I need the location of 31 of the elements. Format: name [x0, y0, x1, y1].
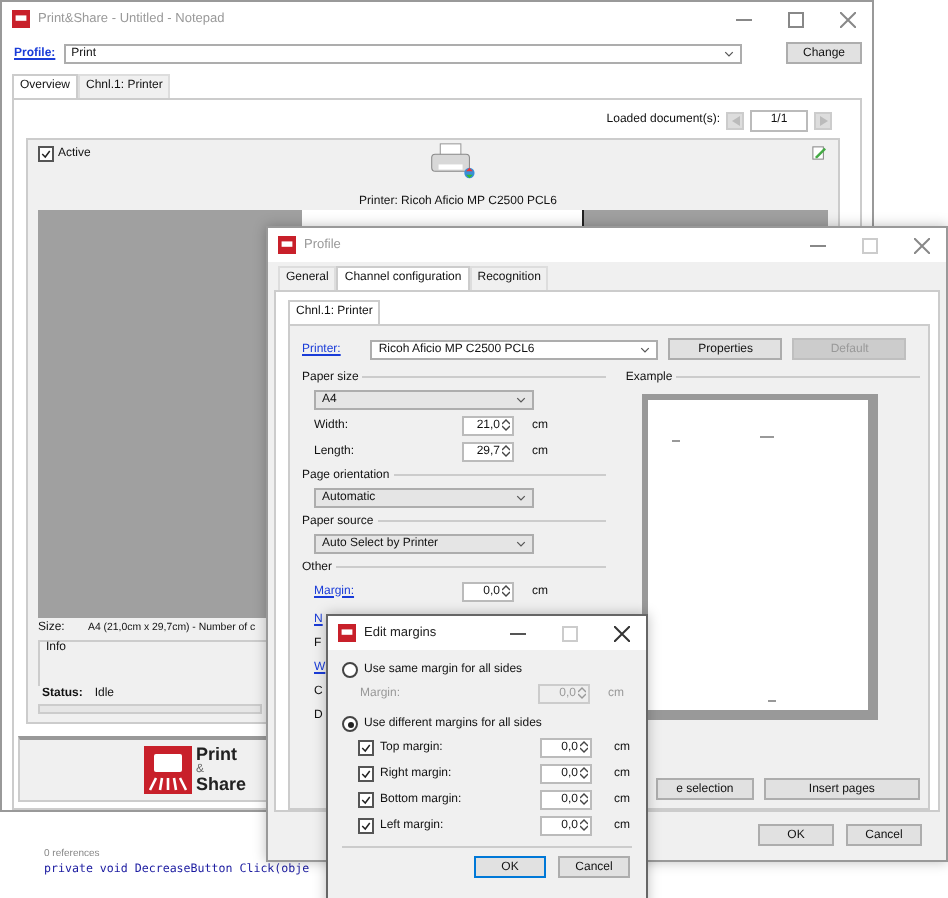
checkbox[interactable]	[358, 791, 374, 807]
checkbox[interactable]	[358, 765, 374, 781]
checkbox[interactable]	[38, 146, 54, 162]
radio-button[interactable]	[342, 662, 358, 678]
radio-button[interactable]	[342, 716, 358, 732]
chevron-down-icon	[516, 396, 526, 404]
logo-text: Print	[196, 746, 240, 764]
spin-arrows-icon	[580, 740, 588, 754]
logo-text: Share	[196, 776, 247, 794]
spin-arrows-icon	[502, 584, 510, 598]
app-icon	[278, 236, 296, 254]
next-button[interactable]	[814, 111, 832, 129]
edit-icon[interactable]	[812, 146, 826, 160]
spin-arrows-icon	[578, 686, 586, 700]
chevron-down-icon	[723, 49, 734, 57]
printer-logo-icon	[144, 746, 192, 794]
app-icon	[338, 624, 356, 642]
spin-arrows-icon	[502, 444, 510, 458]
spin-arrows-icon	[580, 792, 588, 806]
spin-arrows-icon	[502, 418, 510, 432]
checkbox[interactable]	[358, 817, 374, 833]
spin-arrows-icon	[580, 766, 588, 780]
app-icon	[12, 10, 30, 28]
close-icon[interactable]	[614, 625, 630, 641]
previous-button[interactable]	[726, 111, 744, 129]
spin-arrows-icon	[580, 818, 588, 832]
checkbox[interactable]	[358, 739, 374, 755]
chevron-down-icon	[516, 540, 526, 548]
chevron-down-icon	[640, 345, 651, 353]
maximize-icon[interactable]	[788, 11, 804, 27]
chevron-down-icon	[516, 494, 526, 502]
